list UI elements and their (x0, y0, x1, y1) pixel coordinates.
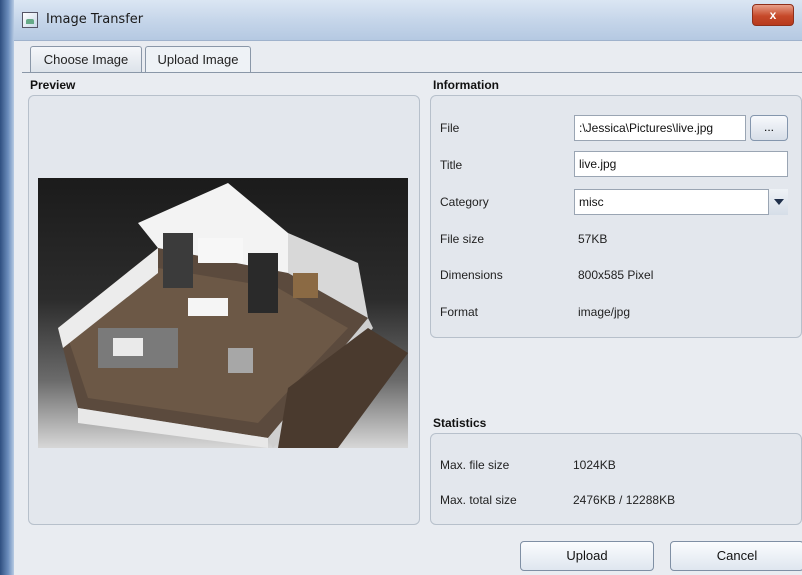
close-button[interactable]: x (752, 4, 794, 26)
window-title: Image Transfer (46, 12, 144, 27)
chevron-down-icon[interactable] (768, 189, 788, 215)
preview-image (38, 178, 408, 448)
image-transfer-window: Image Transfer x Choose Image Upload Ima… (0, 0, 802, 575)
statistics-heading: Statistics (433, 416, 487, 430)
preview-heading: Preview (30, 78, 76, 92)
file-size-label: File size (440, 232, 485, 246)
dimensions-value: 800x585 Pixel (578, 268, 654, 282)
max-file-size-value: 1024KB (573, 458, 616, 472)
format-value: image/jpg (578, 305, 631, 319)
dimensions-label: Dimensions (440, 268, 503, 282)
file-path-field[interactable]: :\Jessica\Pictures\live.jpg (574, 115, 746, 141)
category-select[interactable]: misc (574, 189, 788, 215)
title-field[interactable]: live.jpg (574, 151, 788, 177)
app-image-icon (22, 12, 38, 28)
max-file-size-label: Max. file size (440, 458, 510, 472)
title-label: Title (440, 158, 463, 172)
title-bar[interactable]: Image Transfer x (14, 0, 802, 41)
cancel-button[interactable]: Cancel (670, 541, 802, 571)
tab-strip-divider (22, 72, 802, 73)
max-total-size-value: 2476KB / 12288KB (573, 493, 676, 507)
floorplan-render-icon (58, 183, 408, 448)
category-label: Category (440, 195, 489, 209)
browse-button[interactable]: ... (750, 115, 788, 141)
tab-choose-image[interactable]: Choose Image (30, 46, 142, 72)
information-heading: Information (433, 78, 499, 92)
tab-upload-image[interactable]: Upload Image (145, 46, 251, 72)
format-label: Format (440, 305, 479, 319)
file-size-value: 57KB (578, 232, 608, 246)
statistics-panel (430, 433, 802, 525)
window-left-frame (0, 0, 14, 575)
max-total-size-label: Max. total size (440, 493, 517, 507)
upload-button[interactable]: Upload (520, 541, 654, 571)
file-label: File (440, 121, 460, 135)
